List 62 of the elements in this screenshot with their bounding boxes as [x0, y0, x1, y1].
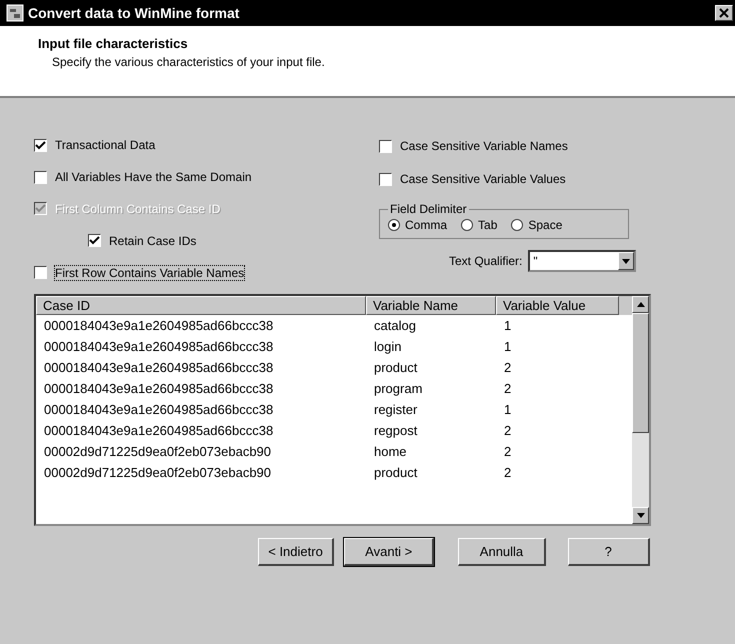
checkbox[interactable] [34, 266, 47, 280]
page-heading: Input file characteristics [38, 36, 189, 51]
table-cell-text: 1 [503, 402, 512, 417]
table-cell-text: 2 [503, 423, 512, 438]
table-cell-text: 0000184043e9a1e2604985ad66bccc38 [43, 318, 274, 333]
radio-option[interactable]: Space [511, 218, 562, 232]
dialog-button[interactable]: Avanti > [344, 538, 434, 566]
table-cell-text: 1 [503, 339, 512, 354]
table-cell-text: login [373, 339, 402, 354]
table-cell-text: 2 [503, 465, 512, 480]
checkbox[interactable] [88, 234, 101, 248]
radio-option[interactable]: Tab [461, 218, 498, 232]
table-cell-text: home [373, 444, 408, 459]
dialog-button[interactable]: Annulla [458, 538, 546, 566]
table-cell-text: product [373, 465, 418, 480]
table-cell-text: 0000184043e9a1e2604985ad66bccc38 [43, 381, 274, 396]
page-description: Specify the various characteristics of your input file. [51, 54, 326, 69]
table-cell-text: 0000184043e9a1e2604985ad66bccc38 [43, 339, 274, 354]
radio-button[interactable] [511, 219, 524, 231]
table-cell-text: catalog [373, 318, 417, 333]
table-cell-text: 2 [503, 444, 512, 459]
caret-icon [622, 258, 630, 264]
dialog-button[interactable]: ? [568, 538, 650, 566]
column-header[interactable]: Variable Name [366, 296, 496, 315]
table-cell-text: register [373, 402, 418, 417]
checkbox[interactable] [379, 140, 392, 152]
scrollbar[interactable] [632, 296, 649, 524]
checkbox[interactable] [34, 138, 47, 152]
radio-button[interactable] [461, 219, 474, 231]
scroll-up-icon [636, 302, 644, 307]
checkbox-option[interactable]: Case Sensitive Variable Names [379, 136, 650, 156]
table-cell-text: program [373, 381, 424, 396]
table-cell-text: 1 [503, 318, 512, 333]
app-icon [6, 4, 24, 22]
table-cell-text: 0000184043e9a1e2604985ad66bccc38 [43, 360, 274, 375]
table-cell-text: product [373, 360, 418, 375]
table-cell-text: 00002d9d71225d9ea0f2eb073ebacb90 [43, 465, 272, 480]
close-button[interactable] [715, 5, 733, 21]
radio-button[interactable] [388, 219, 400, 231]
window-title: Convert data to WinMine format [28, 5, 240, 21]
dialog-button[interactable]: < Indietro [258, 538, 334, 566]
close-icon [719, 8, 729, 18]
group-title: Field Delimiter [389, 202, 468, 216]
table-cell-text: regpost [373, 423, 418, 438]
table-cell-text: 00002d9d71225d9ea0f2eb073ebacb90 [43, 444, 272, 459]
table-cell-text: 0000184043e9a1e2604985ad66bccc38 [43, 423, 274, 438]
checkbox-option[interactable]: All Variables Have the Same Domain [34, 168, 379, 187]
radio-option[interactable]: Comma [388, 218, 448, 232]
table-cell-text: 2 [503, 360, 512, 375]
checkbox[interactable] [379, 172, 392, 186]
checkbox-option[interactable]: First Row Contains Variable Names [34, 263, 379, 282]
table-cell-text: 0000184043e9a1e2604985ad66bccc38 [43, 402, 274, 417]
checkbox-option[interactable]: Transactional Data [34, 136, 379, 155]
field-label: Text Qualifier: [449, 254, 522, 268]
checkbox-option[interactable]: Case Sensitive Variable Values [379, 169, 650, 189]
scroll-down-icon [636, 513, 644, 518]
column-header[interactable]: Case ID [36, 296, 366, 315]
checkbox[interactable] [34, 170, 47, 184]
text-qualifier-dropdown[interactable]: " [528, 250, 636, 272]
checkbox-option[interactable]: Retain Case IDs [34, 231, 379, 250]
table-cell-text: 2 [503, 381, 512, 396]
column-header[interactable]: Variable Value [496, 296, 619, 315]
